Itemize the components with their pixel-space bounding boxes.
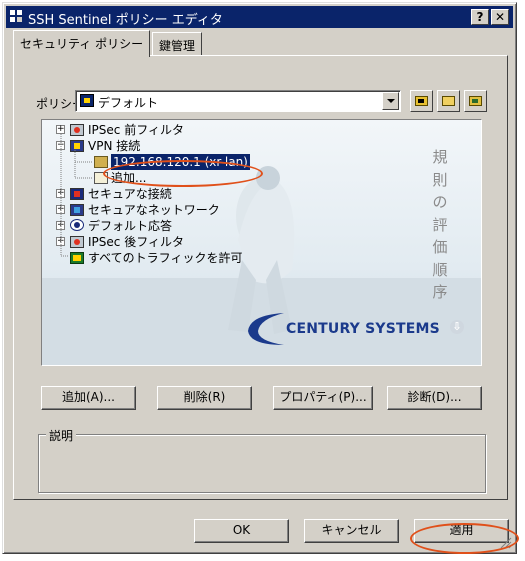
logo-swoosh-icon [248, 313, 284, 345]
tree-item-label: 192.168.120.1 (xr-lan) [111, 154, 250, 170]
security-policy-panel: ポリシー: デフォルト + IPSec 前フィルタ − VPN 接続 192.1… [13, 55, 508, 500]
ok-button[interactable]: OK [194, 519, 289, 543]
tree-item-label: IPSec 前フィルタ [88, 123, 184, 137]
policy-editor-window: SSH Sentinel ポリシー エディタ ? ✕ セキュリティ ポリシー 鍵… [2, 2, 517, 554]
century-systems-logo: CENTURY SYSTEMS [240, 309, 448, 349]
new-policy-button[interactable] [410, 90, 433, 112]
chevron-down-icon[interactable] [382, 92, 399, 110]
delete-button[interactable]: 削除(R) [157, 386, 252, 410]
tab-security-policy[interactable]: セキュリティ ポリシー [13, 30, 151, 57]
policy-rule-tree[interactable]: + IPSec 前フィルタ − VPN 接続 192.168.120.1 (xr… [41, 119, 482, 366]
scroll-down-icon[interactable]: ⇩ [450, 320, 464, 334]
diagnose-button[interactable]: 診断(D)... [387, 386, 482, 410]
title-bar: SSH Sentinel ポリシー エディタ ? ✕ [6, 6, 513, 28]
tree-item-label: すべてのトラフィックを許可 [88, 251, 243, 265]
properties-button[interactable]: プロパティ(P)... [273, 386, 373, 410]
apply-button[interactable]: 適用 [414, 519, 509, 543]
evaluation-order-char: 規 [432, 148, 448, 166]
policy-icon [80, 94, 94, 107]
policy-selected-value: デフォルト [98, 96, 159, 110]
help-button[interactable]: ? [471, 9, 489, 25]
evaluation-order-char: 順 [432, 260, 448, 279]
tree-connector-lines [60, 134, 93, 257]
logo-text: CENTURY SYSTEMS [286, 321, 440, 337]
tab-key-management[interactable]: 鍵管理 [152, 32, 203, 56]
policy-select[interactable]: デフォルト [75, 90, 401, 112]
tree-item-label: IPSec 後フィルタ [88, 235, 184, 249]
save-policy-button[interactable] [464, 90, 487, 112]
add-button[interactable]: 追加(A)... [41, 386, 136, 410]
window-title: SSH Sentinel ポリシー エディタ [28, 13, 223, 28]
evaluation-order-char: 価 [432, 238, 448, 256]
evaluation-order-label: 規 則 の 評 価 順 序 [430, 146, 450, 304]
cancel-button[interactable]: キャンセル [304, 519, 399, 543]
evaluation-order-char: 評 [432, 215, 448, 234]
close-button[interactable]: ✕ [491, 9, 509, 25]
description-group [38, 434, 486, 493]
open-folder-icon [442, 96, 455, 106]
evaluation-order-char: の [432, 193, 448, 211]
description-label: 説明 [46, 427, 77, 444]
resize-grip-icon[interactable] [500, 537, 512, 549]
tree-item-label: セキュアなネットワーク [88, 203, 220, 217]
evaluation-order-char: 則 [432, 170, 448, 189]
evaluation-order-char: 序 [432, 283, 448, 301]
open-policy-button[interactable] [437, 90, 460, 112]
app-icon [10, 10, 24, 24]
tree-item-label: 追加... [111, 171, 147, 185]
